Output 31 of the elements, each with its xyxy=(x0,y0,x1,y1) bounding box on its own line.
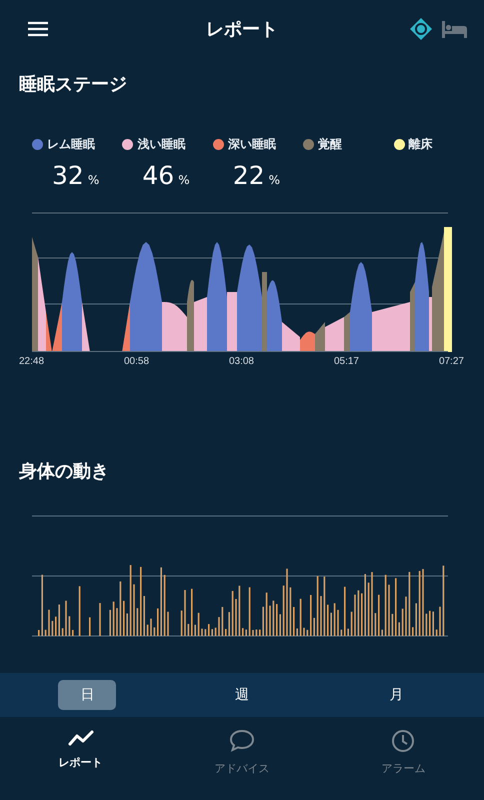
percent-unit: % xyxy=(178,173,190,187)
menu-icon[interactable] xyxy=(27,21,49,37)
legend-label: 深い睡眠 xyxy=(228,136,276,153)
time-label: 00:58 xyxy=(124,356,150,367)
time-label: 03:08 xyxy=(228,356,254,367)
percentage-value: 46 xyxy=(142,161,174,190)
section-title: 睡眠ステージ xyxy=(18,73,128,97)
legend-label: 浅い睡眠 xyxy=(137,136,186,153)
percent-unit: % xyxy=(268,173,280,187)
clock-icon xyxy=(391,729,416,753)
nav-tab[interactable]: レポート xyxy=(26,729,136,800)
page-title: レポート xyxy=(206,18,278,41)
period-tab[interactable]: 月 xyxy=(368,680,426,710)
bed-icon[interactable] xyxy=(441,19,468,39)
percentage-value: 22 xyxy=(232,161,265,190)
line-chart-icon xyxy=(66,729,95,747)
time-label: 07:27 xyxy=(438,356,464,367)
time-label: 22:48 xyxy=(19,356,44,367)
legend-label: 離床 xyxy=(408,136,433,153)
section-title: 身体の動き xyxy=(18,460,110,484)
nav-tab[interactable]: アラーム xyxy=(348,729,458,800)
legend-label: レム睡眠 xyxy=(47,136,95,153)
diamond-icon[interactable] xyxy=(409,17,433,41)
period-tab[interactable]: 日 xyxy=(58,680,116,710)
legend-label: 覚醒 xyxy=(318,136,342,153)
speech-bubble-icon xyxy=(228,729,255,753)
percent-unit: % xyxy=(88,173,100,187)
period-tab[interactable]: 週 xyxy=(212,680,271,710)
time-label: 05:17 xyxy=(334,356,359,367)
percentage-value: 32 xyxy=(52,161,84,190)
nav-tab[interactable]: アドバイス xyxy=(186,729,297,800)
